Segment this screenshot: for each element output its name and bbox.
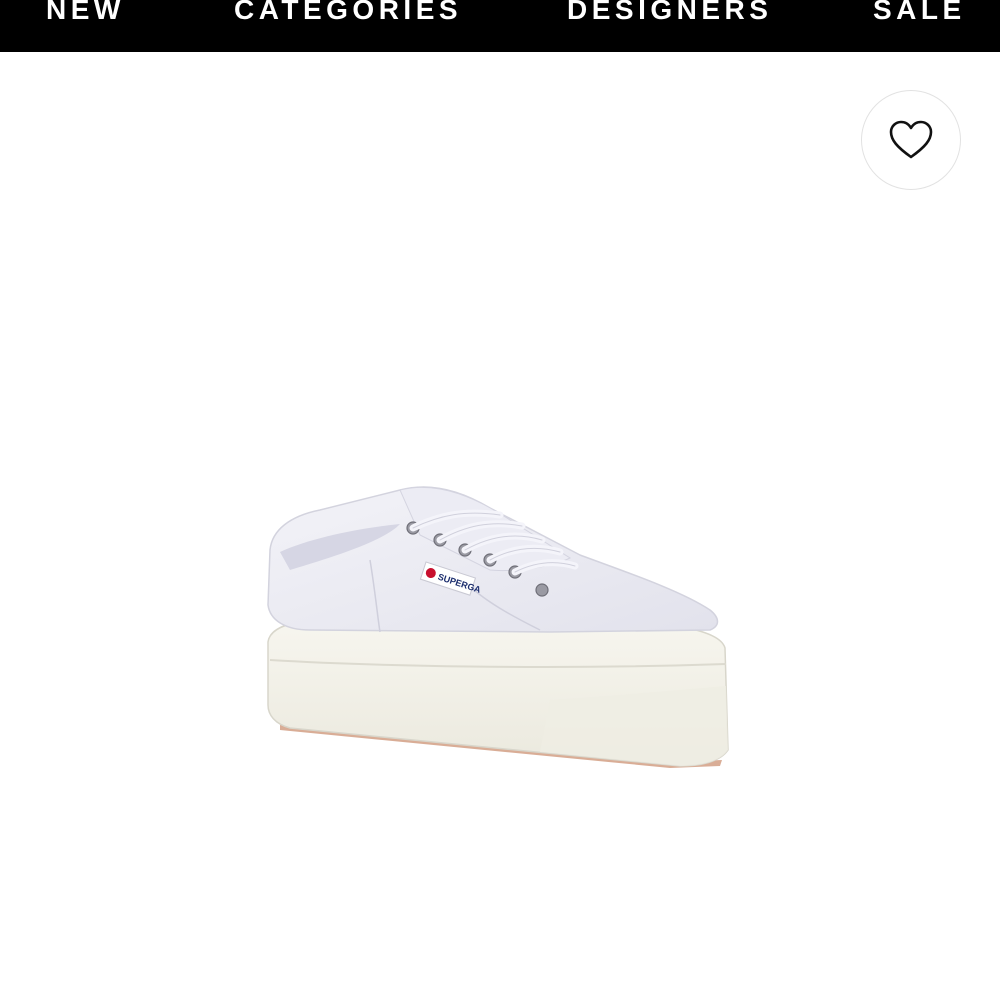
- heart-outline-icon: [889, 120, 933, 159]
- product-photo-sneaker[interactable]: SUPERGA: [250, 460, 750, 800]
- add-to-wishlist-button[interactable]: [861, 90, 961, 190]
- nav-item-new[interactable]: NEW: [46, 0, 125, 30]
- nav-item-sale[interactable]: SALE: [873, 0, 966, 30]
- nav-item-designers[interactable]: DESIGNERS: [567, 0, 772, 30]
- top-navigation-bar: NEW CATEGORIES DESIGNERS SALE: [0, 0, 1000, 52]
- nav-item-categories[interactable]: CATEGORIES: [234, 0, 462, 30]
